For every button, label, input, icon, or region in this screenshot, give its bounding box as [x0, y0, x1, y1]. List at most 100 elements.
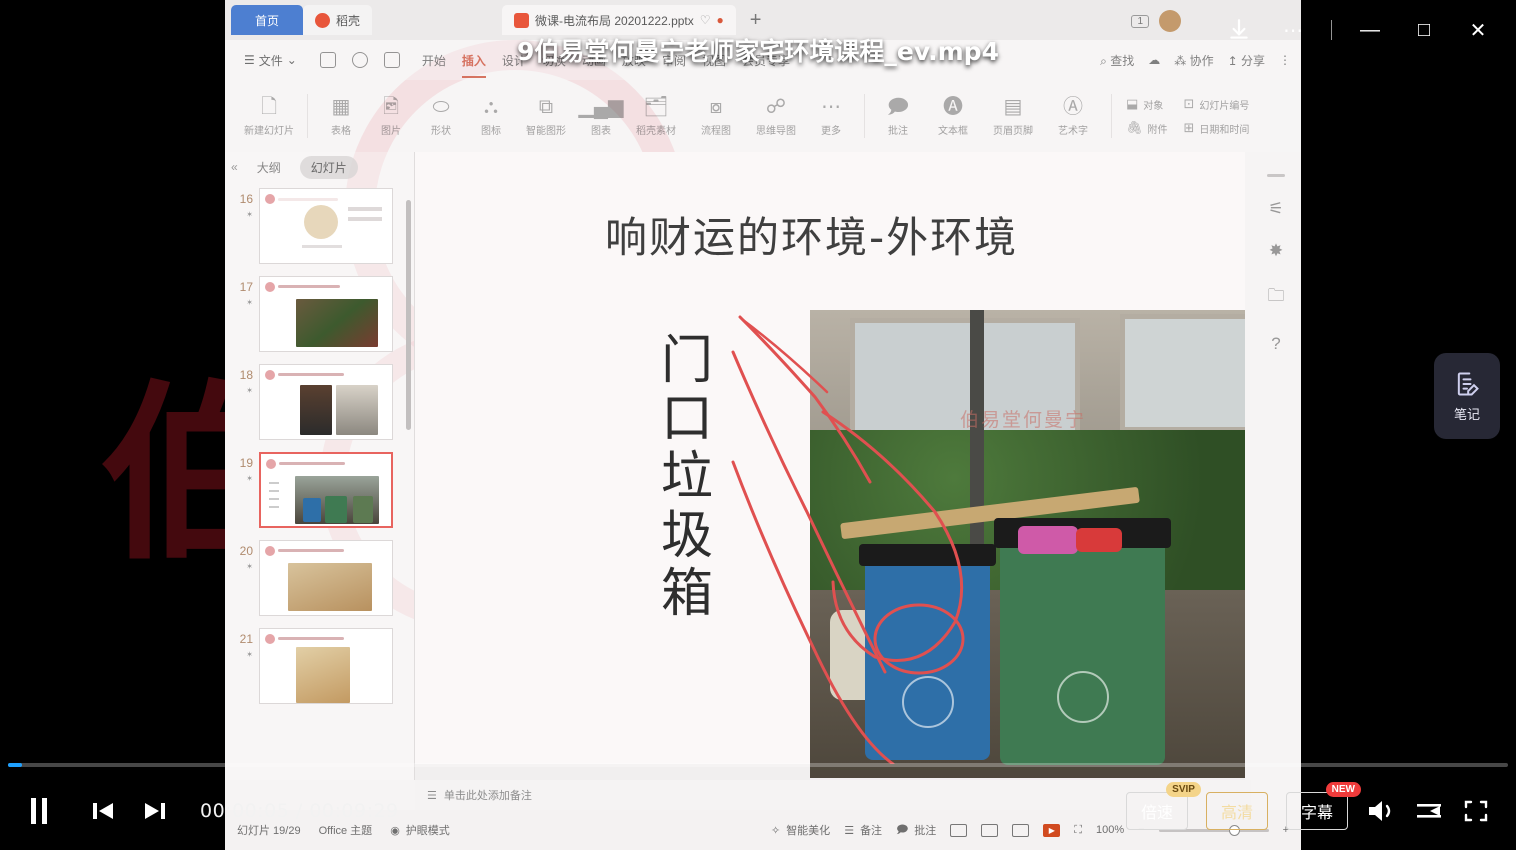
slide-panel-scrollbar[interactable] [406, 200, 411, 430]
header-footer-icon: ▤ [1003, 95, 1023, 118]
ribbon-smartart[interactable]: ⧉ 智能图形 [516, 96, 576, 137]
progress-track[interactable] [8, 763, 1508, 767]
tab-home[interactable]: 首页 [231, 5, 303, 35]
panel-tab-outline[interactable]: 大纲 [246, 156, 292, 179]
ribbon-textbox[interactable]: 🅐 文本框 [923, 96, 983, 137]
photo-bin-lid [859, 544, 996, 566]
slide-panel-header[interactable]: « 大纲 幻灯片 [225, 152, 414, 182]
ribbon-picture[interactable]: 🖻 图片 [366, 96, 416, 137]
slide-navigator-panel[interactable]: « 大纲 幻灯片 16 ✶ 17 ✶ 18 ✶ 19 ✶ 20 ✶ 21 ✶ [225, 152, 415, 780]
wps-presentation-window[interactable]: 首页 稻壳 微课-电流布局 20201222.pptx ♡ ● + ☰ 文件 ⌄ [225, 0, 1301, 850]
ribbon-flowchart[interactable]: ⧇ 流程图 [686, 96, 746, 137]
slide-number-label: 20 [239, 544, 253, 558]
ribbon-material-label: 稻壳素材 [636, 125, 676, 137]
slide-thumbnail-item[interactable]: 16 ✶ [225, 182, 415, 270]
slide-thumbnail-item[interactable]: 21 ✶ [225, 622, 415, 710]
ribbon-stack-right[interactable]: ⊡ 幻灯片编号 ⊞ 日期和时间 [1184, 96, 1250, 136]
slide-number: 19 ✶ [229, 452, 253, 483]
slide-thumbnail[interactable] [259, 364, 393, 440]
account-area[interactable]: 1 [1131, 10, 1181, 32]
slide-thumbnail[interactable] [259, 540, 393, 616]
maximize-button[interactable]: □ [1400, 8, 1448, 52]
slide-thumbnail-item[interactable]: 19 ✶ [225, 446, 415, 534]
playlist-button[interactable] [1414, 799, 1444, 823]
player-control-bar[interactable]: 00:00:05 / 00:09:29 倍速 SVIP 高清 字幕 NEW [0, 772, 1516, 850]
ribbon-stack-left[interactable]: ⬓ 对象 🖇 附件 [1126, 96, 1168, 136]
next-button[interactable] [142, 799, 168, 823]
ribbon-divider [864, 94, 865, 138]
help-icon[interactable]: ? [1271, 334, 1280, 354]
more-horizontal-icon[interactable]: ⋯ [1269, 8, 1317, 52]
slide-thumbnail[interactable] [259, 188, 393, 264]
ribbon-slide-number[interactable]: ⊡ 幻灯片编号 [1184, 96, 1250, 112]
avatar[interactable] [1159, 10, 1181, 32]
slide-thumbnail[interactable] [259, 628, 393, 704]
ribbon-date-time[interactable]: ⊞ 日期和时间 [1184, 120, 1250, 136]
tab-daoke[interactable]: 稻壳 [303, 5, 373, 35]
volume-button[interactable] [1366, 798, 1396, 824]
grip-icon[interactable] [1267, 174, 1285, 177]
media-folder-icon[interactable]: 🗀 [1268, 283, 1285, 312]
ribbon-new-slide[interactable]: 🗋 新建幻灯片 [239, 96, 299, 137]
photo-bin-blue [859, 544, 996, 760]
close-button[interactable]: ✕ [1454, 8, 1502, 52]
insert-ribbon[interactable]: 🗋 新建幻灯片 ▦ 表格 🖻 图片 ⬭ 形状 ⛬ 图标 ⧉ 智能图形 ▁▄▆ 图… [225, 80, 1301, 152]
minimize-button[interactable]: — [1346, 8, 1394, 52]
fullscreen-button[interactable] [1462, 798, 1490, 824]
slide-thumbnail[interactable] [259, 276, 393, 352]
ribbon-more[interactable]: ⋯ 更多 [806, 96, 856, 137]
ribbon-attachment[interactable]: 🖇 附件 [1126, 120, 1168, 136]
video-progress-bar[interactable] [0, 758, 1516, 772]
slide-thumbnail-selected[interactable] [259, 452, 393, 528]
thumb-line [269, 506, 279, 508]
slide-title[interactable]: 响财运的环境-外环境 [605, 204, 1018, 265]
slide-thumbnail-item[interactable]: 17 ✶ [225, 270, 415, 358]
ribbon-object[interactable]: ⬓ 对象 [1126, 96, 1168, 112]
current-slide[interactable]: 响财运的环境-外环境 门口垃圾箱 伯易堂何曼宁 [415, 152, 1245, 778]
ribbon-material[interactable]: 🗂 稻壳素材 [626, 96, 686, 137]
ribbon-textbox-label: 文本框 [938, 125, 968, 137]
pause-button[interactable] [26, 796, 52, 826]
photo-trash-bag [1076, 528, 1122, 552]
ribbon-mindmap[interactable]: ☍ 思维导图 [746, 96, 806, 137]
slide-thumbnail-list[interactable]: 16 ✶ 17 ✶ 18 ✶ 19 ✶ 20 ✶ 21 ✶ [225, 182, 415, 767]
ribbon-chart[interactable]: ▁▄▆ 图表 [576, 96, 626, 137]
video-player[interactable]: 伯 首页 稻壳 微课-电流布局 20201222.pptx ♡ ● + ☰ 文件… [0, 0, 1516, 850]
ribbon-wordart[interactable]: Ⓐ 艺术字 [1043, 96, 1103, 137]
ribbon-table[interactable]: ▦ 表格 [316, 96, 366, 137]
right-tool-rail[interactable]: ⚟ ✸ 🗀 ? [1251, 152, 1301, 780]
collapse-left-icon[interactable]: « [231, 160, 238, 174]
ribbon-chart-label: 图表 [591, 125, 611, 137]
ribbon-comment-label: 批注 [888, 125, 908, 137]
ribbon-header-footer[interactable]: ▤ 页眉页脚 [983, 96, 1043, 137]
slide-thumbnail-item[interactable]: 20 ✶ [225, 534, 415, 622]
quality-button[interactable]: 高清 [1205, 792, 1268, 830]
slide-number-label: 17 [239, 280, 253, 294]
playback-speed-button[interactable]: 倍速 SVIP [1125, 782, 1201, 830]
note-edit-icon [1457, 372, 1479, 395]
slide-vertical-text[interactable]: 门口垃圾箱 [655, 332, 719, 623]
slide-editing-canvas[interactable]: 响财运的环境-外环境 门口垃圾箱 伯易堂何曼宁 [415, 152, 1245, 780]
ribbon-icon-library[interactable]: ⛬ 图标 [466, 96, 516, 137]
thumb-image [336, 385, 378, 435]
ribbon-object-label: 对象 [1143, 100, 1164, 112]
slide-photo-garbage-bins[interactable]: 伯易堂何曼宁 [810, 310, 1245, 778]
tab-close-icon[interactable]: ● [717, 13, 724, 27]
attachment-icon: 🖇 [1126, 120, 1143, 135]
panel-tab-slides[interactable]: 幻灯片 [299, 155, 358, 179]
animation-icon[interactable]: ✸ [1269, 241, 1283, 261]
subtitle-button[interactable]: 字幕 NEW [1285, 782, 1361, 830]
download-icon[interactable] [1215, 8, 1263, 52]
slide-number-label: 19 [239, 456, 253, 470]
notes-fab-button[interactable]: 笔记 [1434, 353, 1500, 439]
new-tab-button[interactable]: + [736, 9, 776, 32]
settings-sliders-icon[interactable]: ⚟ [1268, 199, 1283, 219]
player-right-controls[interactable]: 倍速 SVIP 高清 字幕 NEW [1125, 782, 1490, 830]
slide-thumbnail-item[interactable]: 18 ✶ [225, 358, 415, 446]
thumb-logo-dot [265, 194, 275, 204]
tab-document-pptx[interactable]: 微课-电流布局 20201222.pptx ♡ ● [502, 5, 736, 35]
ribbon-comment[interactable]: 🗩 批注 [873, 96, 923, 137]
previous-button[interactable] [90, 799, 116, 823]
ribbon-shape[interactable]: ⬭ 形状 [416, 96, 466, 137]
slide-animation-star-icon: ✶ [246, 298, 253, 307]
